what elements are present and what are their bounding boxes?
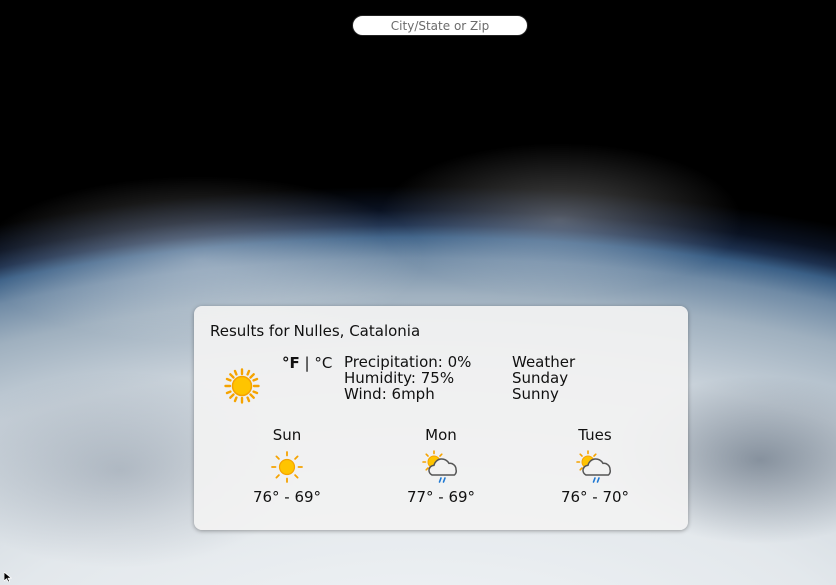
forecast-day-name: Tues xyxy=(578,426,612,444)
forecast-day-tues: Tues 76° - 70° xyxy=(540,426,650,506)
sun-cloud-rain-icon xyxy=(422,450,457,483)
wind-text: Wind: 6mph xyxy=(344,385,435,403)
sun-icon xyxy=(224,368,260,404)
celsius-toggle[interactable]: °C xyxy=(314,354,332,372)
forecast-range: 76° - 70° xyxy=(560,488,630,506)
summary-day: Sunday xyxy=(512,369,569,387)
forecast-range: 77° - 69° xyxy=(406,488,476,506)
forecast-day-name: Sun xyxy=(272,426,302,444)
weather-app: { "search": { "placeholder": "City/State… xyxy=(0,0,836,585)
current-details: Precipitation: 0% Humidity: 75% Wind: 6m… xyxy=(344,354,471,402)
search-input[interactable] xyxy=(352,15,528,36)
sun-icon xyxy=(271,451,303,483)
summary-condition: Sunny xyxy=(512,385,559,403)
precipitation-text: Precipitation: 0% xyxy=(344,353,472,371)
fahrenheit-toggle[interactable]: °F xyxy=(282,354,300,372)
forecast-day-mon: Mon 77° - 69° xyxy=(386,426,496,506)
current-summary: Weather Sunday Sunny xyxy=(512,354,575,402)
unit-toggle: °F | °C xyxy=(282,354,332,372)
humidity-text: Humidity: 75% xyxy=(344,369,455,387)
sun-cloud-rain-icon xyxy=(576,450,611,483)
forecast-day-sun: Sun 76° - 69° xyxy=(232,426,342,506)
unit-separator: | xyxy=(304,354,310,372)
forecast-day-name: Mon xyxy=(425,426,457,444)
results-heading: Results for Nulles, Catalonia xyxy=(210,322,420,340)
mouse-cursor-icon xyxy=(4,572,12,582)
summary-heading: Weather xyxy=(512,353,576,371)
results-location: Nulles, Catalonia xyxy=(293,322,421,340)
results-label: Results for xyxy=(210,322,290,340)
forecast-range: 76° - 69° xyxy=(252,488,322,506)
weather-card: Results for Nulles, Catalonia °F | °C Pre… xyxy=(194,306,688,530)
